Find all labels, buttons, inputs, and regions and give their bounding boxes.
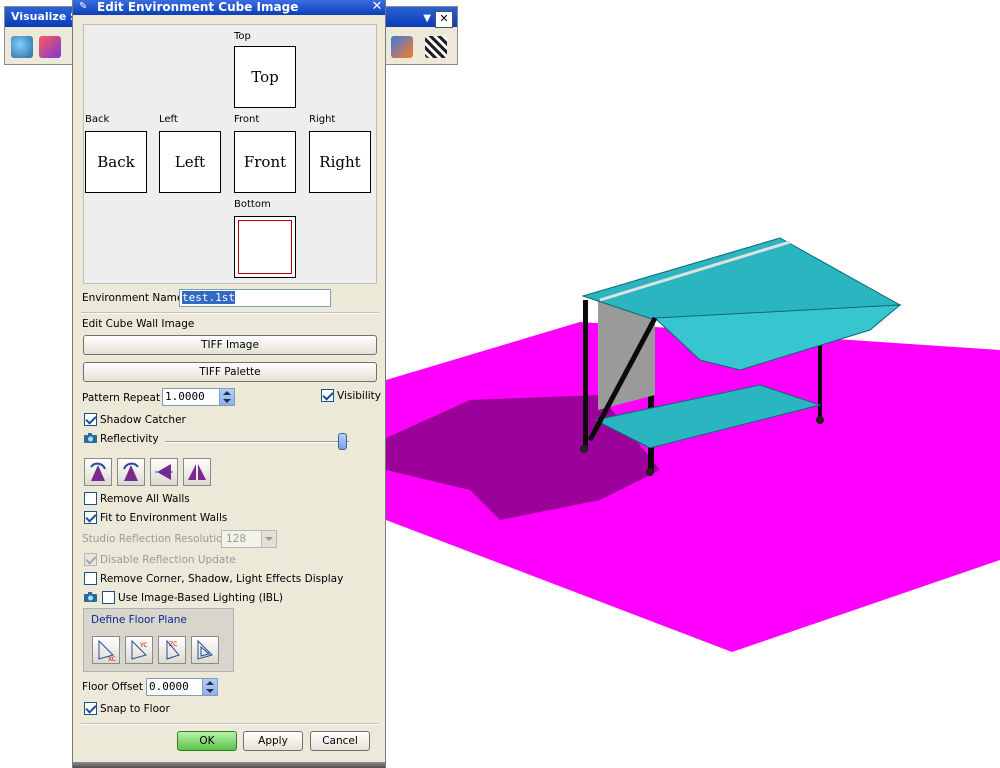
face-label-top: Top [234,31,251,42]
camera-icon [84,592,97,602]
tiff-image-button[interactable]: TIFF Image [83,335,377,355]
disable-reflection-update-label: Disable Reflection Update [100,554,236,566]
rotate-right-button[interactable] [117,458,145,486]
dialog-close-button[interactable]: ✕ [371,0,383,13]
divider [81,312,379,314]
floor-plane-zc-button[interactable]: ZC [158,636,186,664]
flip-horizontal-button[interactable] [150,458,178,486]
studio-reflection-resolution-label: Studio Reflection Resolution [82,533,230,545]
cube-face-back[interactable]: Back [85,131,147,193]
snap-to-floor-label: Snap to Floor [100,703,170,715]
dialog-titlebar[interactable]: ✎ Edit Environment Cube Image ✕ [73,0,385,15]
table-leg [583,300,588,450]
use-ibl-label: Use Image-Based Lighting (IBL) [118,592,283,604]
camera-icon [84,433,97,443]
svg-text:ZC: ZC [169,641,177,648]
svg-text:XC: XC [108,656,116,663]
fit-to-environment-walls-label: Fit to Environment Walls [100,512,228,524]
face-label-front: Front [234,114,260,125]
plane-icon [197,639,213,660]
caster-wheel [580,445,588,453]
studio-reflection-resolution-select: 128 [221,530,277,548]
svg-text:YC: YC [139,642,148,649]
cancel-button[interactable]: Cancel [310,731,370,751]
divider [81,723,379,725]
chevron-down-icon [261,531,276,547]
rotate-left-button[interactable] [84,458,112,486]
pattern-repeat-input[interactable]: 1.0000 [162,388,235,406]
mirror-icon [188,464,206,480]
cube-face-front[interactable]: Front [234,131,296,193]
fit-to-environment-walls-checkbox[interactable] [84,511,97,524]
reflectivity-slider-thumb[interactable] [338,433,347,450]
floor-plane-plane-button[interactable] [191,636,219,664]
define-floor-plane-group: Define Floor Plane XC YC ZC [83,608,234,672]
zc-axis-icon: ZC [166,639,180,660]
yc-axis-icon: YC [131,639,148,660]
use-ibl-checkbox[interactable] [102,591,115,604]
remove-all-walls-label: Remove All Walls [100,493,190,505]
visibility-label: Visibility [337,390,382,402]
cube-face-left[interactable]: Left [159,131,221,193]
shadow-catcher-label: Shadow Catcher [100,414,186,426]
ok-button[interactable]: OK [177,731,237,751]
caster-wheel [646,468,654,476]
cube-face-right[interactable]: Right [309,131,371,193]
pin-icon[interactable]: ✎ [79,2,87,12]
rotate-right-icon [123,462,139,481]
disable-reflection-update-checkbox [84,553,97,566]
floor-offset-spinner[interactable] [202,679,217,695]
floor-plane-yc-button[interactable]: YC [125,636,153,664]
edit-environment-cube-dialog: ✎ Edit Environment Cube Image ✕ Top Top … [72,0,386,768]
floor-offset-input[interactable]: 0.0000 [146,678,218,696]
cube-face-bottom[interactable] [234,216,296,278]
pattern-repeat-label: Pattern Repeat [82,392,161,404]
visibility-checkbox[interactable] [321,389,334,402]
dialog-bottom-border [73,762,385,768]
remove-all-walls-checkbox[interactable] [84,492,97,505]
edit-cube-wall-image-label: Edit Cube Wall Image [82,318,195,330]
face-label-left: Left [159,114,178,125]
snap-to-floor-checkbox[interactable] [84,702,97,715]
apply-button[interactable]: Apply [243,731,303,751]
xc-axis-icon: XC [98,639,116,663]
tiff-palette-button[interactable]: TIFF Palette [83,362,377,382]
floor-plane-xc-button[interactable]: XC [92,636,120,664]
remove-corner-shadow-checkbox[interactable] [84,572,97,585]
pattern-repeat-spinner[interactable] [219,389,234,405]
rotate-left-icon [90,462,106,481]
remove-corner-shadow-label: Remove Corner, Shadow, Light Effects Dis… [100,573,344,585]
face-label-bottom: Bottom [234,199,271,210]
face-label-back: Back [85,114,110,125]
define-floor-plane-label: Define Floor Plane [91,614,187,626]
environment-name-input[interactable]: test.1st [179,289,331,307]
dialog-title: Edit Environment Cube Image [97,0,299,14]
reflectivity-slider-track[interactable] [165,441,349,443]
cube-faces-panel: Top Top Back Back Left Left Front Front … [83,24,377,284]
cube-face-top[interactable]: Top [234,46,296,108]
floor-offset-label: Floor Offset [82,681,144,693]
reflectivity-label: Reflectivity [100,433,159,445]
environment-name-label: Environment Name [82,292,184,304]
face-label-right: Right [309,114,336,125]
shadow-catcher-checkbox[interactable] [84,413,97,426]
flip-horizontal-icon [155,464,173,480]
table-leg [818,335,822,420]
mirror-button[interactable] [183,458,211,486]
caster-wheel [816,416,824,424]
